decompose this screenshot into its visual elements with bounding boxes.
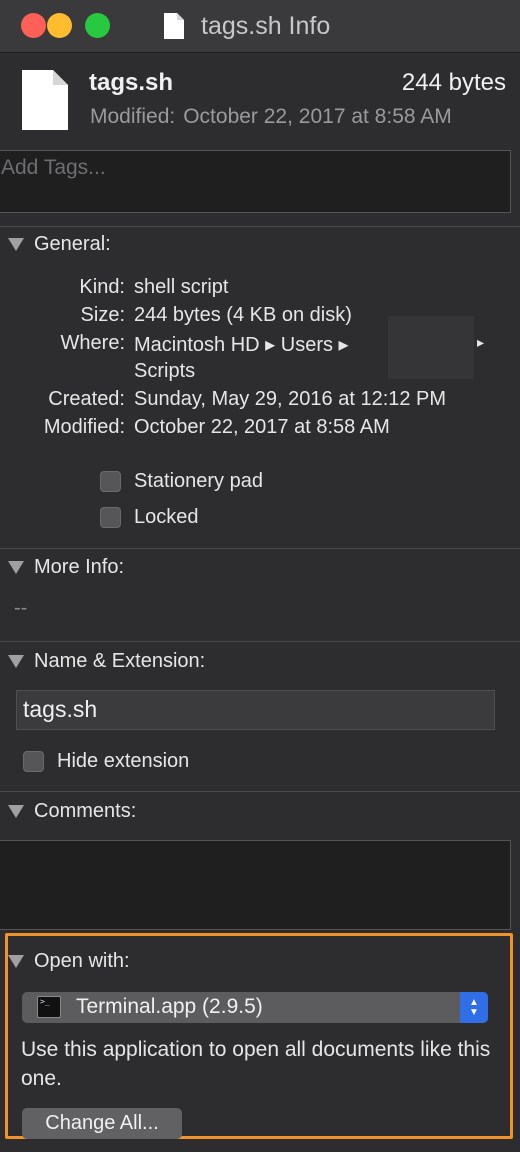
created-value: Sunday, May 29, 2016 at 12:12 PM <box>134 388 447 410</box>
close-button[interactable] <box>21 13 46 38</box>
disclosure-triangle-icon[interactable] <box>8 955 24 968</box>
section-more-info-title: More Info: <box>34 556 125 578</box>
section-open-with-title: Open with: <box>34 950 130 972</box>
created-label: Created: <box>48 388 125 410</box>
where-folder: Scripts <box>134 360 196 382</box>
disclosure-triangle-icon[interactable] <box>8 655 24 668</box>
open-with-popup[interactable]: >_ Terminal.app (2.9.5) ▲ ▼ <box>22 992 488 1023</box>
hide-extension-checkbox[interactable]: Hide extension <box>23 750 189 773</box>
checkbox[interactable] <box>100 507 121 528</box>
section-open-with-header[interactable]: Open with: <box>8 950 130 973</box>
document-icon <box>164 13 184 39</box>
kind-label: Kind: <box>79 276 125 298</box>
minimize-button[interactable] <box>47 13 72 38</box>
section-general-header[interactable]: General: <box>8 233 111 256</box>
file-name: tags.sh <box>89 69 174 96</box>
path-arrow: ▸ <box>477 334 485 350</box>
size-value: 244 bytes (4 KB on disk) <box>134 304 352 326</box>
where-path: Macintosh HD ▸ Users ▸ <box>134 334 349 356</box>
disclosure-triangle-icon[interactable] <box>8 805 24 818</box>
window-title-text: tags.sh Info <box>201 11 331 40</box>
section-general-title: General: <box>34 233 111 255</box>
section-comments-title: Comments: <box>34 800 137 822</box>
header-modified: Modified: October 22, 2017 at 8:58 AM <box>90 105 452 129</box>
size-label: Size: <box>80 304 125 326</box>
comments-field[interactable] <box>0 840 511 930</box>
where-label: Where: <box>60 332 125 354</box>
change-all-button[interactable]: Change All... <box>22 1108 182 1139</box>
stationery-pad-checkbox[interactable]: Stationery pad <box>100 470 263 493</box>
divider <box>0 548 520 549</box>
header-modified-label: Modified: <box>90 105 176 128</box>
stationery-pad-label: Stationery pad <box>134 470 263 492</box>
disclosure-triangle-icon[interactable] <box>8 238 24 251</box>
section-name-extension-header[interactable]: Name & Extension: <box>8 650 205 673</box>
open-with-description: Use this application to open all documen… <box>21 1038 491 1090</box>
popup-arrows-icon[interactable]: ▲ ▼ <box>460 992 488 1023</box>
locked-label: Locked <box>134 506 199 528</box>
divider <box>0 226 520 227</box>
section-comments-header[interactable]: Comments: <box>8 800 136 823</box>
file-icon <box>22 70 68 130</box>
checkbox[interactable] <box>23 751 44 772</box>
disclosure-triangle-icon[interactable] <box>8 561 24 574</box>
tags-field[interactable]: Add Tags... <box>0 150 511 213</box>
section-more-info-header[interactable]: More Info: <box>8 556 124 579</box>
modified-value: October 22, 2017 at 8:58 AM <box>134 416 390 438</box>
file-size: 244 bytes <box>401 69 506 96</box>
name-field[interactable]: tags.sh <box>16 690 495 730</box>
header-modified-value: October 22, 2017 at 8:58 AM <box>183 105 452 128</box>
title-bar: tags.sh Info <box>0 0 520 53</box>
divider <box>0 791 520 792</box>
more-info-value: -- <box>14 597 28 619</box>
section-name-extension-title: Name & Extension: <box>34 650 206 672</box>
divider <box>0 641 520 642</box>
kind-value: shell script <box>134 276 229 298</box>
checkbox[interactable] <box>100 471 121 492</box>
zoom-button[interactable] <box>85 13 110 38</box>
redacted-area <box>388 316 474 379</box>
open-with-app: Terminal.app (2.9.5) <box>76 995 263 1018</box>
window-title: tags.sh Info <box>164 9 330 43</box>
terminal-icon: >_ <box>37 996 61 1018</box>
file-header: tags.sh 244 bytes Modified: October 22, 2… <box>0 52 520 148</box>
hide-extension-label: Hide extension <box>57 750 190 772</box>
modified-label: Modified: <box>43 416 125 438</box>
locked-checkbox[interactable]: Locked <box>100 506 199 529</box>
